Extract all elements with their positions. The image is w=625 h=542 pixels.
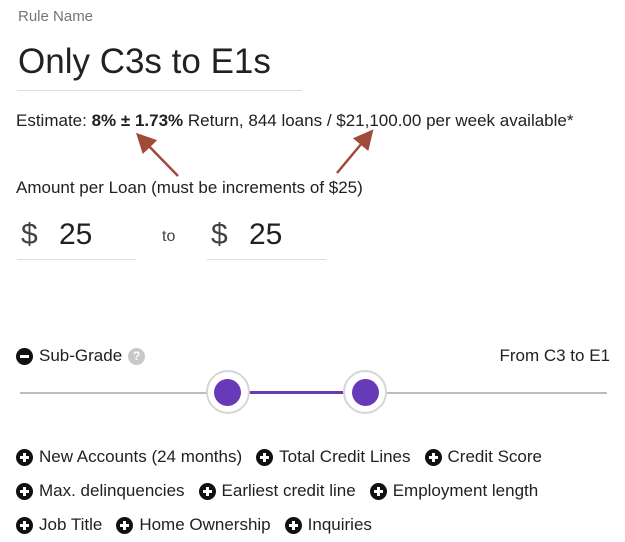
slider-thumb-high[interactable] bbox=[343, 370, 388, 414]
amount-min-input[interactable] bbox=[59, 217, 129, 252]
filter-label: Max. delinquencies bbox=[39, 481, 185, 500]
filter-options: New Accounts (24 months) Total Credit Lin… bbox=[16, 440, 625, 542]
add-filter-item[interactable]: Max. delinquencies bbox=[16, 481, 185, 501]
filter-label: Earliest credit line bbox=[221, 481, 356, 500]
rule-name-label: Rule Name bbox=[18, 8, 94, 25]
amount-max-field[interactable]: $ bbox=[207, 210, 326, 260]
filter-label: Credit Score bbox=[447, 447, 542, 466]
arrow-to-amount bbox=[336, 129, 374, 174]
plus-circle-icon bbox=[284, 516, 302, 534]
filter-label: Total Credit Lines bbox=[279, 447, 411, 466]
currency-symbol: $ bbox=[21, 217, 38, 251]
subgrade-label: Sub-Grade bbox=[39, 346, 123, 365]
plus-circle-icon bbox=[16, 448, 33, 466]
filter-label: Job Title bbox=[39, 515, 103, 534]
add-filter-item[interactable]: Total Credit Lines bbox=[256, 447, 411, 467]
arrow-to-return bbox=[136, 132, 179, 177]
estimate-prefix: Estimate: bbox=[16, 111, 87, 130]
filter-label: Home Ownership bbox=[139, 515, 271, 534]
filter-label: Employment length bbox=[392, 481, 539, 500]
estimate-return-value: 8% ± 1.73% bbox=[91, 111, 184, 130]
plus-circle-icon bbox=[424, 448, 442, 466]
amount-max-input[interactable] bbox=[249, 217, 319, 252]
add-filter-item[interactable]: Inquiries bbox=[284, 515, 372, 535]
filter-row: Job Title Home Ownership Inquiries bbox=[16, 508, 625, 542]
add-filter-item[interactable]: Credit Score bbox=[424, 447, 542, 467]
annotation-arrows bbox=[136, 129, 374, 177]
filter-label: New Accounts (24 months) bbox=[39, 447, 243, 466]
amount-per-loan-label: Amount per Loan (must be increments of $… bbox=[16, 178, 363, 197]
add-filter-item[interactable]: New Accounts (24 months) bbox=[16, 447, 242, 467]
plus-circle-icon bbox=[16, 516, 33, 534]
plus-circle-icon bbox=[256, 448, 274, 466]
add-filter-item[interactable]: Job Title bbox=[16, 515, 102, 535]
to-label: to bbox=[162, 228, 176, 245]
filter-label: Inquiries bbox=[307, 515, 372, 534]
plus-circle-icon bbox=[369, 482, 387, 500]
add-filter-item[interactable]: Home Ownership bbox=[116, 515, 271, 535]
amount-min-field[interactable]: $ bbox=[17, 210, 136, 260]
plus-circle-icon bbox=[16, 482, 33, 500]
plus-circle-icon bbox=[116, 516, 134, 534]
slider-thumb-low[interactable] bbox=[205, 370, 250, 414]
subgrade-range-text: From C3 to E1 bbox=[499, 346, 610, 365]
currency-symbol: $ bbox=[211, 217, 228, 251]
help-icon[interactable]: ? bbox=[128, 347, 146, 365]
subgrade-range-slider[interactable] bbox=[20, 370, 607, 416]
filter-row: Max. delinquencies Earliest credit line Em… bbox=[16, 474, 625, 508]
rule-name-input[interactable] bbox=[17, 38, 302, 91]
add-filter-item[interactable]: Earliest credit line bbox=[198, 481, 356, 501]
estimate-text: Estimate: 8% ± 1.73% Return, 844 loans /… bbox=[16, 111, 574, 131]
minus-circle-icon[interactable] bbox=[16, 347, 33, 365]
filter-row: New Accounts (24 months) Total Credit Lin… bbox=[16, 440, 625, 474]
estimate-suffix: Return, 844 loans / $21,100.00 per week … bbox=[187, 111, 574, 130]
subgrade-header: Sub-Grade ? bbox=[16, 346, 146, 366]
add-filter-item[interactable]: Employment length bbox=[369, 481, 539, 501]
plus-circle-icon bbox=[198, 482, 216, 500]
